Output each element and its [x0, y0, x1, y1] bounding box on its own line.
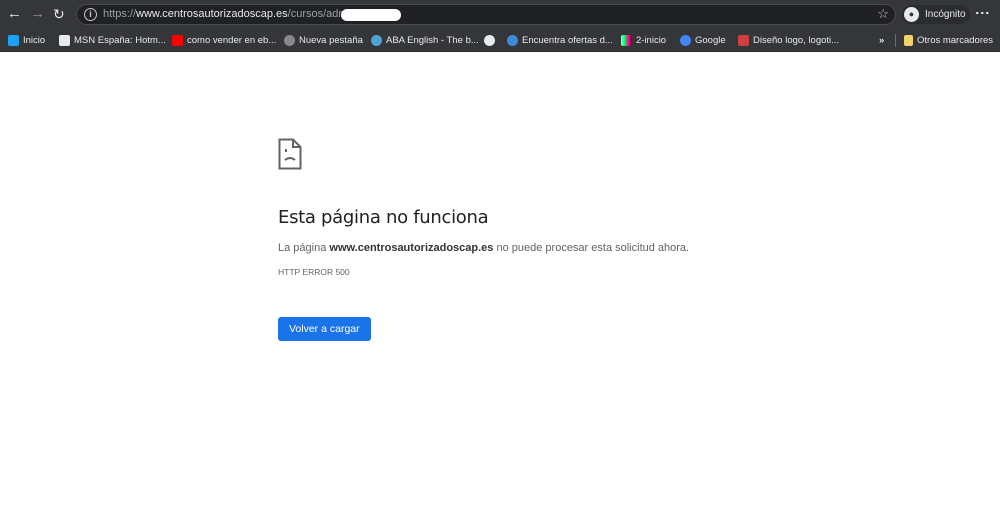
error-code: HTTP ERROR 500 — [278, 267, 350, 277]
google-icon — [680, 34, 691, 46]
color-bars-icon — [621, 34, 632, 46]
error-page: Esta página no funciona La página www.ce… — [278, 138, 708, 341]
error-title: Esta página no funciona — [278, 207, 489, 228]
youtube-icon — [172, 34, 183, 46]
bookmark-item[interactable]: Diseño logo, logoti... — [738, 29, 839, 51]
tab-icon — [284, 34, 295, 46]
incognito-badge[interactable]: ● Incógnito — [902, 5, 970, 24]
browser-toolbar: ← → ↻ i https://www.centrosautorizadosca… — [0, 0, 1000, 29]
bookmark-item[interactable]: MSN España: Hotm... — [59, 29, 166, 51]
redacted-url-part — [341, 9, 401, 21]
bookmark-label: MSN España: Hotm... — [74, 34, 166, 46]
bookmark-label: como vender en eb... — [187, 34, 277, 46]
bookmark-label: ABA English - The b... — [386, 34, 479, 46]
bookmarks-overflow-button[interactable]: » — [879, 29, 884, 51]
star-icon[interactable]: ☆ — [877, 6, 889, 22]
globe-icon — [484, 34, 495, 46]
other-bookmarks-folder[interactable]: Otros marcadores — [904, 29, 993, 51]
reload-icon[interactable]: ↻ — [53, 5, 65, 23]
bookmark-item[interactable] — [484, 29, 499, 51]
bookmark-item[interactable]: Encuentra ofertas d... — [507, 29, 613, 51]
bookmarks-separator — [895, 34, 896, 47]
sad-file-icon — [278, 138, 302, 170]
bookmark-item[interactable]: como vender en eb... — [172, 29, 276, 51]
bookmark-label: 2-inicio — [636, 34, 667, 46]
bookmark-label: Nueva pestaña — [299, 34, 363, 46]
url-text: https://www.centrosautorizadoscap.es/cur… — [103, 8, 357, 20]
msn-icon — [59, 34, 70, 46]
bookmarks-bar: Inicio MSN España: Hotm... como vender en … — [0, 29, 1000, 52]
forward-arrow-icon[interactable]: → — [30, 5, 45, 23]
edge-icon — [507, 34, 518, 46]
info-icon[interactable]: i — [84, 8, 97, 21]
bookmark-label: Inicio — [23, 34, 46, 46]
logo-icon — [738, 34, 749, 46]
bookmark-item[interactable]: 2-inicio — [621, 29, 666, 51]
address-bar[interactable]: i https://www.centrosautorizadoscap.es/c… — [76, 4, 896, 25]
folder-icon — [904, 34, 913, 46]
bookmark-item[interactable]: Inicio — [8, 29, 45, 51]
bookmark-item[interactable]: Nueva pestaña — [284, 29, 363, 51]
aba-icon — [371, 34, 382, 46]
back-arrow-icon[interactable]: ← — [7, 5, 22, 23]
bookmark-label: Encuentra ofertas d... — [522, 34, 613, 46]
bookmark-item[interactable]: ABA English - The b... — [371, 29, 479, 51]
other-bookmarks-label: Otros marcadores — [917, 34, 994, 46]
bookmark-item[interactable]: Google — [680, 29, 726, 51]
profile-label: Incógnito — [925, 9, 966, 20]
twitter-icon — [8, 34, 19, 46]
error-description: La página www.centrosautorizadoscap.es n… — [278, 242, 690, 254]
reload-button[interactable]: Volver a cargar — [278, 317, 371, 341]
bookmark-label: Google — [695, 34, 726, 46]
menu-icon[interactable]: ⋮ — [975, 6, 991, 20]
bookmark-label: Diseño logo, logoti... — [753, 34, 840, 46]
incognito-icon: ● — [904, 7, 919, 22]
